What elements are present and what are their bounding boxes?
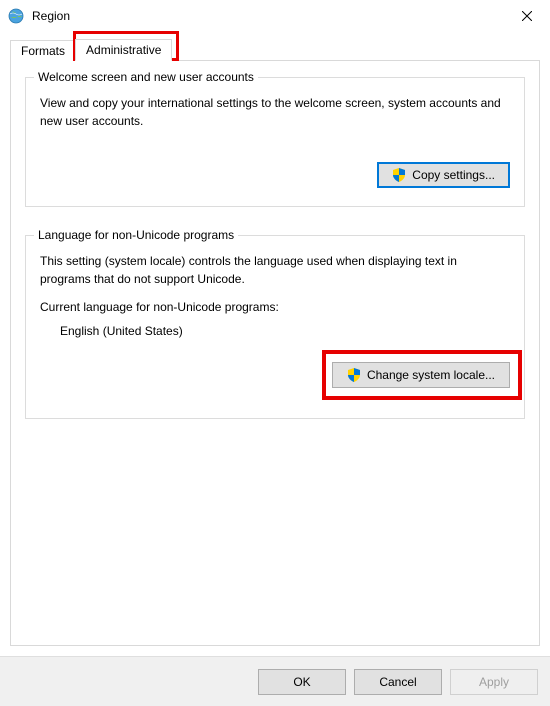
copy-settings-label: Copy settings... xyxy=(412,168,495,182)
current-language-value: English (United States) xyxy=(60,324,510,338)
tabs-row: Formats Administrative xyxy=(10,36,540,60)
tab-administrative[interactable]: Administrative xyxy=(75,39,172,61)
welcome-screen-legend: Welcome screen and new user accounts xyxy=(34,70,258,84)
dialog-footer: OK Cancel Apply xyxy=(0,656,550,706)
tab-panel: Welcome screen and new user accounts Vie… xyxy=(10,60,540,646)
shield-icon xyxy=(347,368,361,382)
current-language-label: Current language for non-Unicode program… xyxy=(40,300,510,314)
tab-administrative-label: Administrative xyxy=(86,43,161,57)
window-title: Region xyxy=(32,9,504,23)
close-icon xyxy=(522,11,532,21)
globe-icon xyxy=(8,8,24,24)
titlebar: Region xyxy=(0,0,550,32)
welcome-screen-desc: View and copy your international setting… xyxy=(40,94,510,130)
ok-label: OK xyxy=(293,675,310,689)
content-area: Formats Administrative Welcome screen an… xyxy=(0,32,550,656)
region-dialog: Region Formats Administrative Welcome sc… xyxy=(0,0,550,706)
welcome-screen-group: Welcome screen and new user accounts Vie… xyxy=(25,77,525,207)
non-unicode-legend: Language for non-Unicode programs xyxy=(34,228,238,242)
apply-label: Apply xyxy=(479,675,509,689)
tab-formats[interactable]: Formats xyxy=(10,40,76,61)
change-system-locale-label: Change system locale... xyxy=(367,368,495,382)
change-system-locale-button[interactable]: Change system locale... xyxy=(332,362,510,388)
ok-button[interactable]: OK xyxy=(258,669,346,695)
cancel-button[interactable]: Cancel xyxy=(354,669,442,695)
apply-button[interactable]: Apply xyxy=(450,669,538,695)
cancel-label: Cancel xyxy=(379,675,416,689)
non-unicode-desc: This setting (system locale) controls th… xyxy=(40,252,510,288)
close-button[interactable] xyxy=(504,0,550,32)
shield-icon xyxy=(392,168,406,182)
copy-settings-button[interactable]: Copy settings... xyxy=(377,162,510,188)
tab-formats-label: Formats xyxy=(21,44,65,58)
non-unicode-group: Language for non-Unicode programs This s… xyxy=(25,235,525,419)
